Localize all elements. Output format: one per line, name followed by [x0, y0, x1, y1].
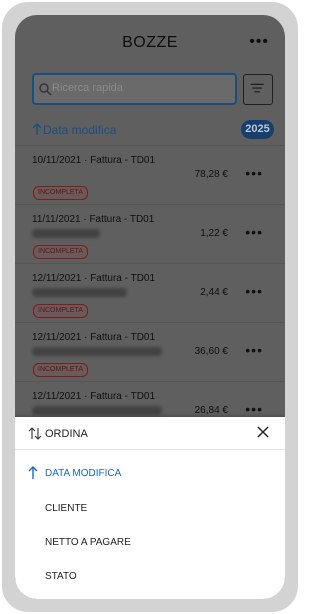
draft-row[interactable]: 11/11/2021 · Fattura - TD01 1,22 € ••• I… [15, 204, 285, 264]
draft-date-doc: 12/11/2021 · Fattura - TD01 [32, 391, 156, 402]
row-more-icon[interactable]: ••• [245, 224, 263, 240]
row-more-icon[interactable]: ••• [245, 283, 263, 299]
search-placeholder: Ricerca rapida [52, 82, 123, 94]
device-frame: BOZZE ••• Ricerca rapida Data modifica 2… [2, 2, 298, 612]
blurred-customer-name [32, 229, 100, 238]
blurred-customer-name [32, 347, 162, 356]
app-screen: BOZZE ••• Ricerca rapida Data modifica 2… [15, 15, 285, 599]
blurred-customer-name [32, 406, 162, 415]
blurred-customer-name [32, 288, 127, 297]
app-header: BOZZE ••• [15, 15, 285, 70]
draft-amount: 78,28 € [194, 169, 228, 180]
sort-bottom-sheet: ORDINA DATA MODIFICA CLIENTE NETTO A PAG… [15, 417, 285, 599]
close-icon[interactable] [256, 425, 270, 439]
draft-amount: 26,84 € [194, 405, 228, 416]
sort-option-data-modifica[interactable]: DATA MODIFICA [15, 459, 285, 489]
status-badge: INCOMPLETA [33, 186, 88, 200]
filter-icon [250, 83, 264, 93]
more-options-icon[interactable]: ••• [249, 33, 269, 51]
draft-row[interactable]: 12/11/2021 · Fattura - TD01 2,44 € ••• I… [15, 263, 285, 323]
draft-row[interactable]: 10/11/2021 · Fattura - TD01 78,28 € ••• … [15, 145, 285, 205]
sort-option-stato[interactable]: STATO [15, 562, 285, 592]
arrow-up-icon [28, 466, 38, 479]
draft-date-doc: 12/11/2021 · Fattura - TD01 [32, 332, 156, 343]
draft-date-doc: 11/11/2021 · Fattura - TD01 [32, 214, 155, 225]
sort-option-label: DATA MODIFICA [45, 468, 122, 479]
draft-amount: 2,44 € [200, 287, 228, 298]
sort-option-label: CLIENTE [45, 503, 88, 514]
sort-option-label: NETTO A PAGARE [45, 537, 131, 548]
draft-amount: 36,60 € [194, 346, 228, 357]
row-more-icon[interactable]: ••• [245, 342, 263, 358]
page-title: BOZZE [122, 34, 178, 51]
sheet-header: ORDINA [15, 417, 285, 450]
search-input[interactable]: Ricerca rapida [32, 73, 237, 105]
draft-row[interactable]: 12/11/2021 · Fattura - TD01 36,60 € ••• … [15, 322, 285, 382]
sort-option-cliente[interactable]: CLIENTE [15, 494, 285, 524]
status-badge: INCOMPLETA [33, 304, 88, 318]
sheet-title: ORDINA [45, 428, 88, 440]
sort-icon [28, 427, 42, 440]
sort-option-netto-a-pagare[interactable]: NETTO A PAGARE [15, 528, 285, 558]
draft-amount: 1,22 € [200, 228, 228, 239]
search-icon [39, 83, 52, 96]
status-badge: INCOMPLETA [33, 363, 88, 377]
row-more-icon[interactable]: ••• [245, 401, 263, 417]
draft-date-doc: 10/11/2021 · Fattura - TD01 [32, 155, 156, 166]
sort-label: Data modifica [43, 123, 117, 137]
sort-option-label: STATO [45, 571, 77, 582]
filter-button[interactable] [243, 74, 273, 105]
status-badge: INCOMPLETA [33, 245, 88, 259]
row-more-icon[interactable]: ••• [245, 165, 263, 181]
year-badge[interactable]: 2025 [241, 120, 274, 139]
draft-date-doc: 12/11/2021 · Fattura - TD01 [32, 273, 156, 284]
